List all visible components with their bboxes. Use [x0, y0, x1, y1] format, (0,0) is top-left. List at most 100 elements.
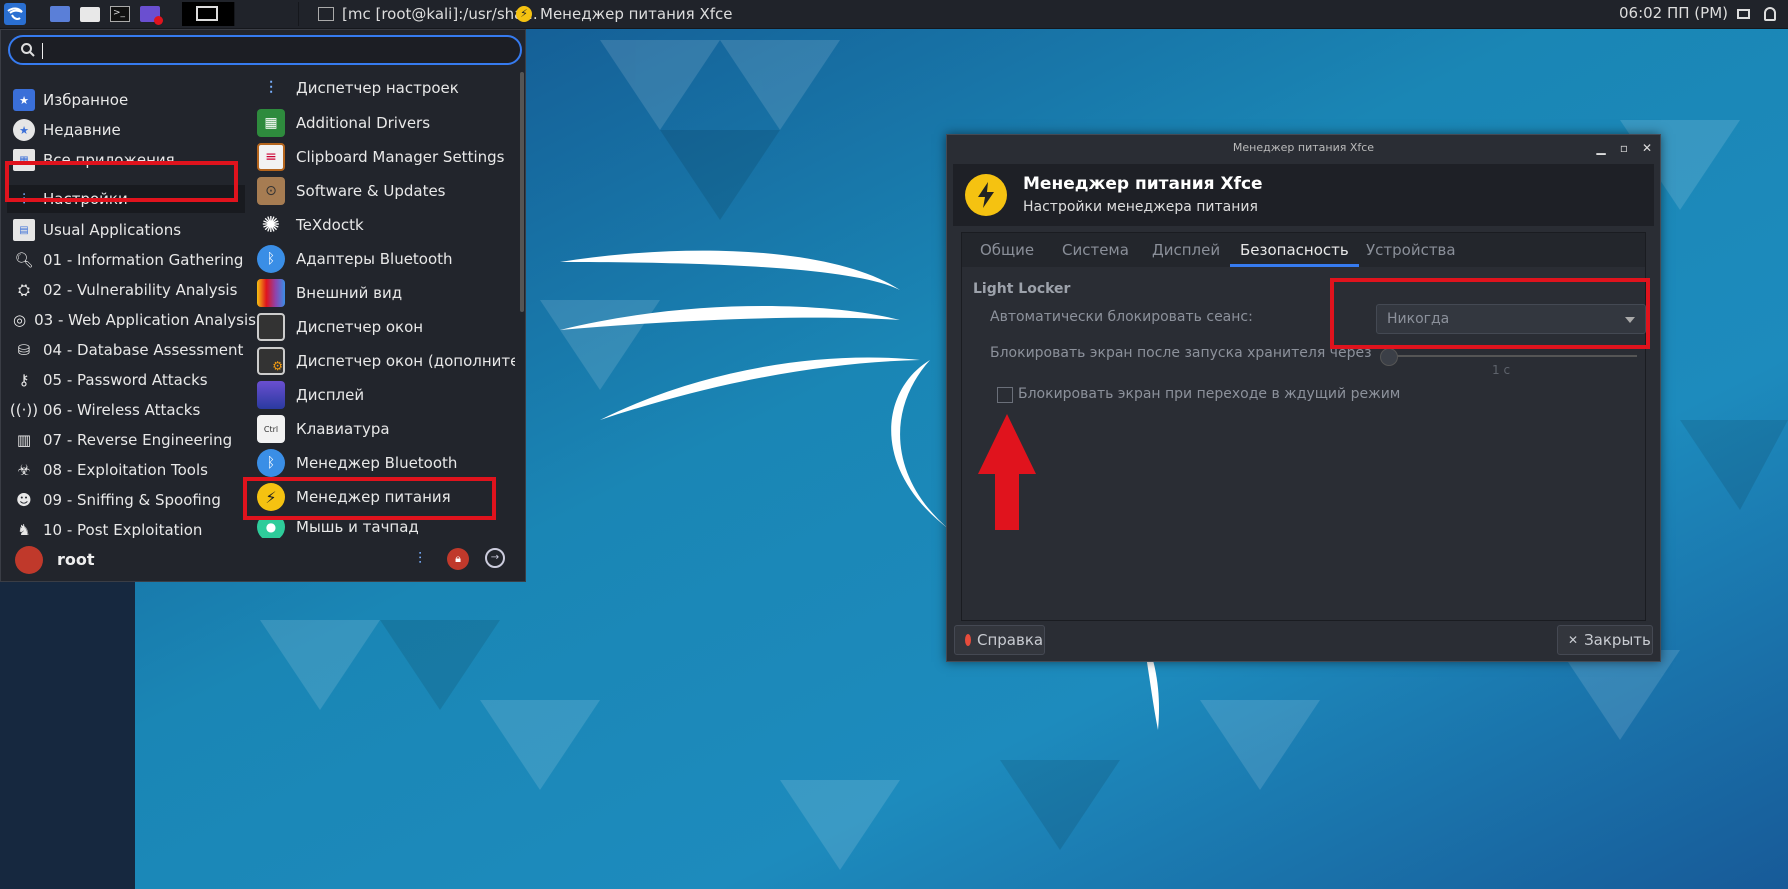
magnifier-icon: 🔍︎ — [14, 251, 34, 269]
app-software-updates[interactable]: ⊙ Software & Updates — [253, 175, 515, 207]
help-button[interactable]: Справка — [954, 625, 1045, 655]
category-label: 09 - Sniffing & Spoofing — [43, 491, 221, 509]
drivers-icon: ▦ — [257, 109, 285, 137]
category-label: 06 - Wireless Attacks — [43, 401, 201, 419]
search-input[interactable] — [8, 35, 522, 65]
post-icon: ♞ — [17, 521, 31, 539]
screen-recorder-launcher[interactable] — [138, 2, 163, 26]
app-label: Software & Updates — [296, 182, 446, 200]
app-label: TeXdoctk — [296, 216, 364, 234]
user-avatar — [15, 546, 43, 574]
app-display[interactable]: Дисплей — [253, 379, 515, 411]
show-desktop-button[interactable] — [48, 2, 72, 26]
file-manager-launcher[interactable] — [78, 2, 102, 26]
clock[interactable]: 06:02 ПП (PM) — [1619, 4, 1728, 22]
app-additional-drivers[interactable]: ▦ Additional Drivers — [253, 107, 515, 139]
workspace-1[interactable] — [182, 2, 235, 26]
category-reverse-engineering[interactable]: ▥ 07 - Reverse Engineering — [7, 426, 245, 454]
vuln-icon: ⛭ — [17, 281, 30, 299]
window-title: Менеджер питания Xfce — [1232, 141, 1375, 154]
app-appearance[interactable]: Внешний вид — [253, 277, 515, 309]
category-web-application-analysis[interactable]: ◎ 03 - Web Application Analysis — [7, 306, 256, 334]
terminal-launcher[interactable]: >_ — [108, 2, 132, 26]
tab-security[interactable]: Безопасность — [1230, 233, 1359, 267]
app-label: Адаптеры Bluetooth — [296, 250, 453, 268]
kali-menu-button[interactable] — [2, 2, 28, 26]
section-heading: Light Locker — [973, 281, 1071, 297]
category-vulnerability-analysis[interactable]: ⛭ 02 - Vulnerability Analysis — [7, 276, 245, 304]
star-folder-icon: ★ — [13, 89, 35, 111]
category-exploitation-tools[interactable]: ☣ 08 - Exploitation Tools — [7, 456, 245, 484]
bluetooth-manager-icon: ᛒ — [257, 449, 285, 477]
close-icon[interactable]: ✕ — [1639, 140, 1655, 156]
logout-button[interactable]: → — [485, 548, 505, 568]
close-button[interactable]: ✕ Закрыть — [1557, 625, 1653, 655]
category-password-attacks[interactable]: ⚷ 05 - Password Attacks — [7, 366, 245, 394]
app-bluetooth-adapters[interactable]: ᛒ Адаптеры Bluetooth — [253, 243, 515, 275]
app-settings-manager[interactable]: ⫶ Диспетчер настроек — [253, 72, 515, 104]
tab-general[interactable]: Общие — [980, 233, 1034, 267]
desktop-icon — [50, 6, 70, 22]
clipboard-icon: ≡ — [257, 143, 285, 171]
notifications-indicator[interactable] — [1760, 2, 1780, 26]
keyboard-icon: Ctrl — [257, 415, 285, 443]
lock-on-sleep-checkbox[interactable] — [997, 387, 1013, 403]
lock-delay-slider-handle[interactable] — [1380, 348, 1398, 366]
category-label: 10 - Post Exploitation — [43, 521, 203, 539]
taskbar-item-terminal[interactable]: [mc [root@kali]:/usr/sha... — [318, 2, 538, 26]
app-window-manager[interactable]: Диспетчер окон — [253, 311, 515, 343]
dialog-header: Менеджер питания Xfce Настройки менеджер… — [953, 164, 1654, 226]
lock-delay-slider-track[interactable] — [1387, 355, 1637, 357]
lock-delay-value: 1 с — [1492, 363, 1511, 377]
top-panel: >_ [mc [root@kali]:/usr/sha... ⚡ Менедже… — [0, 0, 1788, 29]
window-manager-icon — [257, 313, 285, 341]
app-label: Мышь и тачпад — [296, 518, 419, 536]
category-recent[interactable]: ★ Недавние — [7, 116, 245, 144]
tab-display[interactable]: Дисплей — [1152, 233, 1220, 267]
category-favorites[interactable]: ★ Избранное — [7, 86, 245, 114]
category-label: 01 - Information Gathering — [43, 251, 244, 269]
auto-lock-label: Автоматически блокировать сеанс: — [990, 309, 1253, 325]
category-sniffing-spoofing[interactable]: ☻ 09 - Sniffing & Spoofing — [7, 486, 245, 514]
kali-dragon-icon — [4, 3, 26, 25]
app-list-scrollbar[interactable] — [520, 72, 524, 312]
app-keyboard[interactable]: Ctrl Клавиатура — [253, 413, 515, 445]
app-window-manager-tweaks[interactable]: ⚙ Диспетчер окон (дополнитель... — [253, 345, 515, 377]
software-icon: ⊙ — [257, 177, 285, 205]
lock-screen-button[interactable]: 🔒︎ — [447, 548, 469, 570]
monitor-icon — [1736, 9, 1750, 19]
minimize-icon[interactable]: ▁ — [1593, 140, 1609, 156]
display-indicator[interactable] — [1734, 2, 1752, 26]
taskbar-item-label: [mc [root@kali]:/usr/sha... — [342, 5, 538, 23]
workspace-window-icon — [196, 6, 218, 21]
app-label: Внешний вид — [296, 284, 403, 302]
text-caret — [42, 43, 43, 59]
app-texdoctk[interactable]: ✺ TeXdoctk — [253, 209, 515, 241]
category-information-gathering[interactable]: 🔍︎ 01 - Information Gathering — [7, 246, 245, 274]
close-button-label: Закрыть — [1584, 631, 1651, 649]
settings-manager-button[interactable]: ⫶ — [409, 548, 431, 570]
workspace-2[interactable] — [246, 2, 299, 26]
lock-after-label: Блокировать экран после запуска хранител… — [990, 345, 1372, 361]
category-usual-apps[interactable]: ▤ Usual Applications — [7, 216, 245, 244]
window-tweaks-icon: ⚙ — [257, 347, 285, 375]
help-icon — [965, 634, 971, 646]
annotation-box-auto-lock — [1330, 278, 1650, 349]
lock-on-sleep-label: Блокировать экран при переходе в ждущий … — [1018, 386, 1401, 402]
category-label: Избранное — [43, 91, 129, 109]
taskbar-item-label: Менеджер питания Xfce — [540, 5, 733, 23]
category-wireless-attacks[interactable]: ((·)) 06 - Wireless Attacks — [7, 396, 245, 424]
exploit-icon: ☣ — [17, 461, 31, 479]
wireless-icon: ((·)) — [9, 401, 39, 419]
app-clipboard-manager[interactable]: ≡ Clipboard Manager Settings — [253, 141, 515, 173]
power-icon: ⚡ — [516, 6, 532, 22]
category-database-assessment[interactable]: ⛁ 04 - Database Assessment — [7, 336, 245, 364]
taskbar-item-power-manager[interactable]: ⚡ Менеджер питания Xfce — [516, 2, 732, 26]
app-label: Clipboard Manager Settings — [296, 148, 505, 166]
maximize-icon[interactable]: ▫ — [1616, 140, 1632, 156]
menu-footer: root ⫶ 🔒︎ → — [1, 540, 525, 580]
tab-system[interactable]: Система — [1062, 233, 1129, 267]
tab-devices[interactable]: Устройства — [1366, 233, 1456, 267]
app-bluetooth-manager[interactable]: ᛒ Менеджер Bluetooth — [253, 447, 515, 479]
usual-apps-icon: ▤ — [13, 219, 35, 241]
